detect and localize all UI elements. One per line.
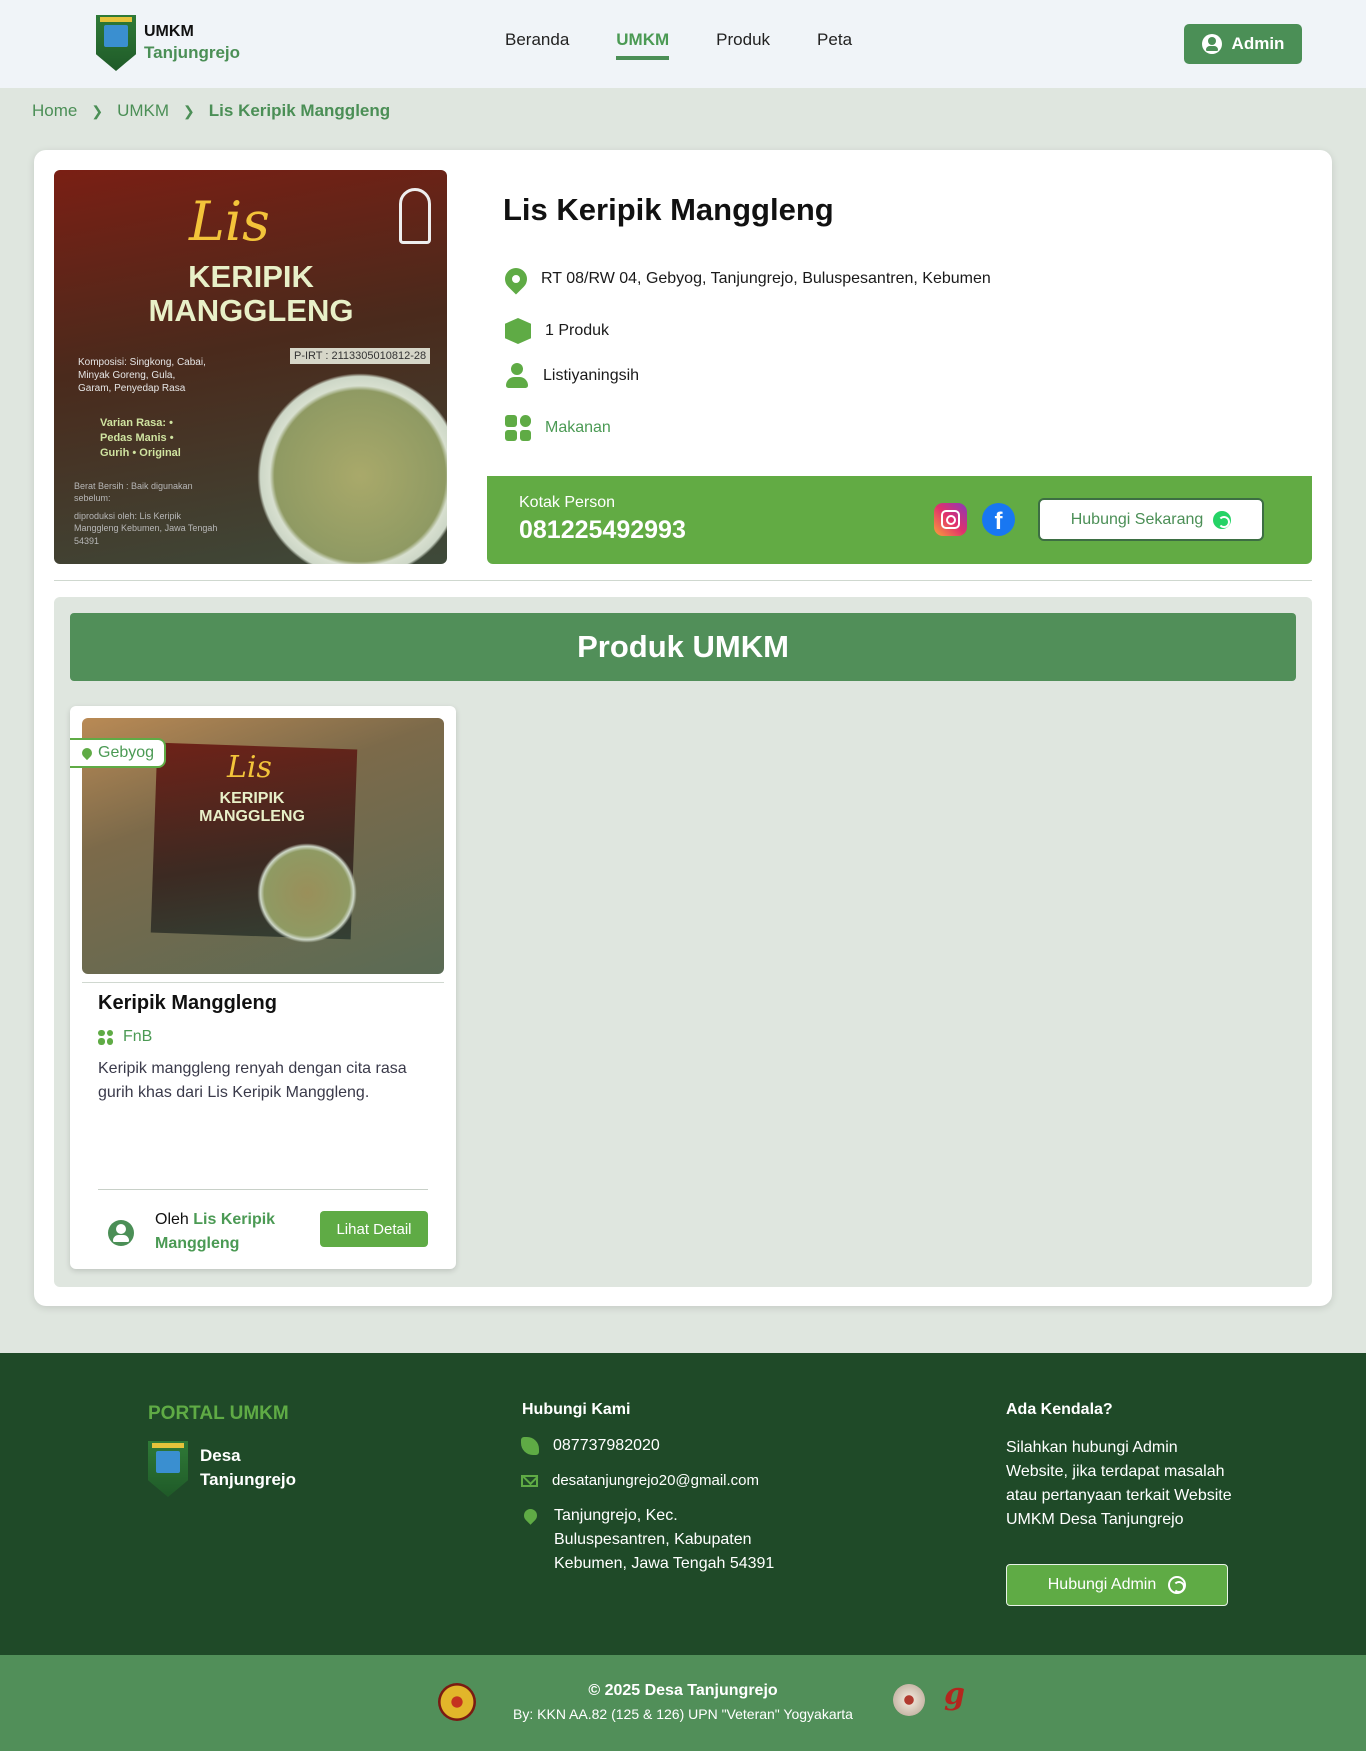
box-icon (505, 318, 531, 344)
instagram-icon[interactable] (934, 503, 967, 536)
user-circle-icon (1201, 34, 1222, 54)
photo-brand-text: Lis (189, 190, 270, 253)
product-owner: Oleh Lis Keripik Manggleng (155, 1208, 295, 1256)
owner-row: Listiyaningsih (505, 363, 639, 389)
brand-title: UMKM (144, 23, 194, 41)
owner-by-label: Oleh (155, 1211, 189, 1228)
portal-title: PORTAL UMKM (148, 1403, 289, 1424)
issue-heading: Ada Kendala? (1006, 1401, 1113, 1418)
breadcrumb-current: Lis Keripik Manggleng (208, 101, 391, 120)
photo-weight: Berat Bersih : Baik digunakan sebelum: (74, 481, 193, 504)
contact-admin-button[interactable]: Hubungi Admin (1006, 1564, 1228, 1606)
village-crest-logo (96, 15, 136, 71)
footer-email[interactable]: desatanjungrejo20@gmail.com (552, 1469, 759, 1493)
category-link[interactable]: Makanan (545, 419, 611, 437)
footer-address-row: Tanjungrejo, Kec. Buluspesantren, Kabupa… (521, 1504, 784, 1576)
footer: PORTAL UMKM Desa Tanjungrejo Hubungi Kam… (0, 1353, 1366, 1655)
credit-text: By: KKN AA.82 (125 & 126) UPN "Veteran" … (513, 1706, 853, 1722)
admin-button[interactable]: Admin (1184, 24, 1302, 64)
whatsapp-icon (1213, 510, 1232, 529)
photo-producer-text: diproduksi oleh: Lis Keripik Manggleng K… (74, 511, 218, 546)
person-icon (505, 363, 529, 389)
contact-heading: Hubungi Kami (522, 1401, 631, 1418)
view-detail-button[interactable]: Lihat Detail (320, 1211, 428, 1247)
nav-beranda[interactable]: Beranda (505, 30, 569, 60)
village-crest-logo (148, 1441, 188, 1497)
admin-label: Admin (1231, 34, 1285, 53)
photo-variants: Varian Rasa: • Pedas Manis • Gurih • Ori… (100, 417, 181, 459)
contact-phone: 081225492993 (519, 516, 686, 544)
breadcrumb: Home ❯ UMKM ❯ Lis Keripik Manggleng (32, 101, 390, 121)
map-pin-icon (521, 1506, 540, 1525)
chevron-right-icon: ❯ (91, 102, 104, 119)
photo-composition: Komposisi: Singkong, Cabai, Minyak Goren… (78, 357, 206, 394)
phone-icon (521, 1437, 539, 1455)
product-photo-bowl (252, 838, 362, 948)
product-count-row: 1 Produk (505, 318, 609, 344)
contact-label: Kotak Person (519, 494, 616, 511)
issue-text: Silahkan hubungi Admin Website, jika ter… (1006, 1439, 1232, 1528)
kkn-logo (893, 1684, 925, 1716)
product-photo-text: KERIPIK MANGGLENG (199, 790, 305, 825)
category-grid-icon (505, 415, 531, 441)
product-count-text: 1 Produk (545, 322, 610, 339)
location-text: Gebyog (98, 744, 155, 761)
card-divider (82, 982, 444, 983)
main-nav: Beranda UMKM Produk Peta (505, 30, 899, 60)
halal-logo (399, 188, 431, 244)
address-row: RT 08/RW 04, Gebyog, Tanjungrejo, Bulusp… (500, 263, 991, 295)
footer-address: Tanjungrejo, Kec. Buluspesantren, Kabupa… (554, 1507, 775, 1572)
photo-bowl (250, 366, 447, 564)
umkm-photo: Lis KERIPIK MANGGLENG P-IRT : 2113305010… (54, 170, 447, 564)
product-category-text: FnB (123, 1028, 153, 1045)
facebook-icon[interactable]: f (982, 503, 1015, 536)
top-navbar: UMKM Tanjungrejo Beranda UMKM Produk Pet… (0, 0, 1366, 88)
nav-peta[interactable]: Peta (817, 30, 852, 60)
brand-subtitle: Tanjungrejo (144, 43, 241, 63)
copyright-bar: © 2025 Desa Tanjungrejo By: KKN AA.82 (1… (0, 1655, 1366, 1751)
nav-produk[interactable]: Produk (716, 30, 770, 60)
contact-admin-label: Hubungi Admin (1047, 1576, 1157, 1593)
whatsapp-icon (1168, 1576, 1187, 1594)
products-title: Produk UMKM (70, 613, 1296, 681)
section-divider (54, 580, 1312, 581)
footer-email-row: desatanjungrejo20@gmail.com (521, 1469, 759, 1493)
breadcrumb-umkm[interactable]: UMKM (117, 101, 169, 121)
footer-phone[interactable]: 087737982020 (553, 1434, 660, 1458)
contact-now-label: Hubungi Sekarang (1070, 510, 1204, 528)
location-badge: Gebyog (70, 738, 167, 768)
category-row: Makanan (505, 415, 611, 441)
owner-avatar-icon (108, 1220, 134, 1246)
product-description: Keripik manggleng renyah dengan cita ras… (98, 1060, 407, 1101)
card-divider (98, 1189, 428, 1190)
footer-desa: Desa Tanjungrejo (200, 1446, 297, 1489)
product-category: FnB (98, 1028, 152, 1046)
owner-text: Listiyaningsih (543, 367, 640, 384)
photo-product-text: KERIPIK MANGGLENG (148, 259, 354, 329)
footer-phone-row: 087737982020 (521, 1434, 660, 1458)
map-pin-icon (500, 263, 532, 295)
category-grid-icon (98, 1029, 113, 1045)
copyright-text: © 2025 Desa Tanjungrejo (588, 1682, 778, 1699)
brand[interactable]: UMKM Tanjungrejo (96, 15, 240, 71)
nav-umkm[interactable]: UMKM (616, 30, 670, 60)
breadcrumb-home[interactable]: Home (32, 101, 77, 121)
photo-pirt: P-IRT : 2113305010812-28 (290, 348, 431, 364)
chevron-right-icon: ❯ (183, 102, 195, 119)
umkm-title: Lis Keripik Manggleng (503, 192, 834, 227)
product-name[interactable]: Keripik Manggleng (98, 992, 277, 1015)
umkm-detail-card: Lis KERIPIK MANGGLENG P-IRT : 2113305010… (34, 150, 1332, 1306)
mail-icon (521, 1475, 538, 1487)
product-photo-brand: Lis (227, 750, 272, 785)
products-section: Produk UMKM Lis KERIPIK MANGGLENG Gebyog… (54, 597, 1312, 1287)
contact-bar: Kotak Person 081225492993 f Hubungi Seka… (487, 476, 1312, 564)
map-pin-icon (79, 745, 95, 761)
g-logo: g (944, 1677, 965, 1712)
product-card[interactable]: Lis KERIPIK MANGGLENG Gebyog Keripik Man… (70, 706, 456, 1269)
contact-now-button[interactable]: Hubungi Sekarang (1038, 498, 1264, 541)
photo-producer: Berat Bersih : Baik digunakan sebelum: d… (74, 480, 224, 547)
address-text: RT 08/RW 04, Gebyog, Tanjungrejo, Bulusp… (541, 270, 991, 287)
